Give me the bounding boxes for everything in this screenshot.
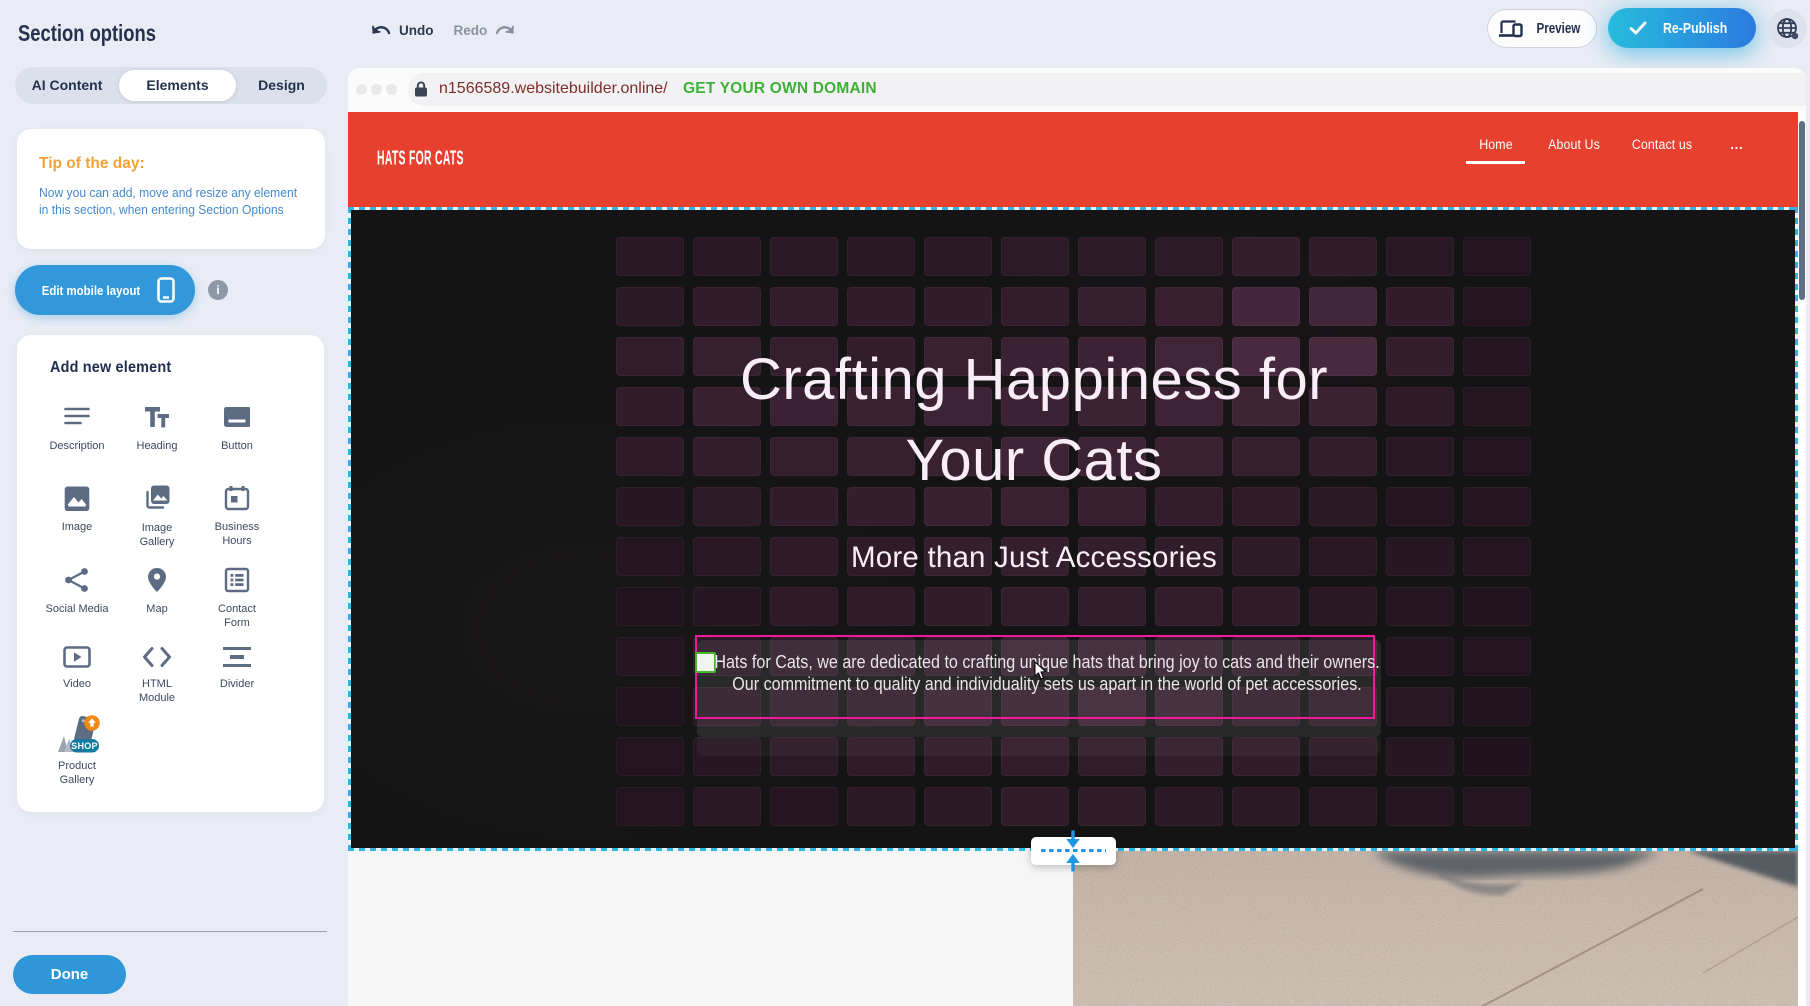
svg-text:SHOP: SHOP <box>71 741 98 751</box>
